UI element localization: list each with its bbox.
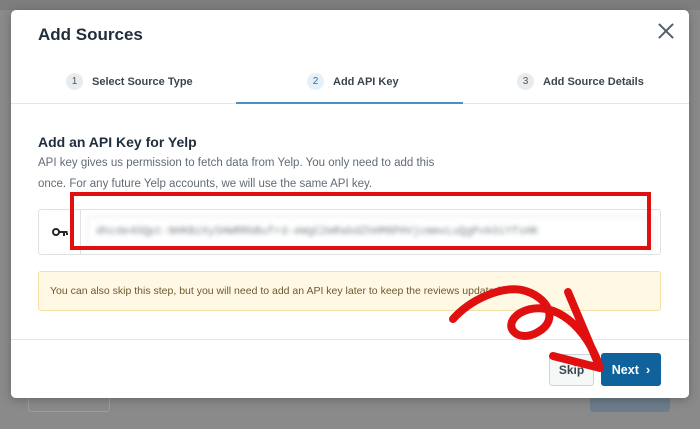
modal-footer: Skip Next › <box>11 339 689 398</box>
api-key-heading: Add an API Key for Yelp <box>38 134 197 150</box>
backdrop-top-bar <box>0 0 700 10</box>
skip-notice: You can also skip this step, but you wil… <box>38 271 661 311</box>
step-label: Select Source Type <box>92 75 193 88</box>
step-number: 2 <box>307 73 324 90</box>
step-label: Add API Key <box>333 75 399 88</box>
close-icon[interactable] <box>657 22 675 40</box>
step-label: Add Source Details <box>543 75 644 88</box>
chevron-right-icon: › <box>645 362 651 377</box>
active-step-underline <box>236 102 463 104</box>
step-add-source-details[interactable]: 3 Add Source Details <box>517 73 644 90</box>
api-key-highlight-annotation <box>70 192 651 250</box>
step-add-api-key[interactable]: 2 Add API Key <box>307 73 399 90</box>
step-number: 3 <box>517 73 534 90</box>
next-button-label: Next <box>611 362 639 377</box>
modal-title: Add Sources <box>38 25 143 44</box>
step-select-source-type[interactable]: 1 Select Source Type <box>66 73 193 90</box>
skip-button[interactable]: Skip <box>549 354 594 386</box>
step-number: 1 <box>66 73 83 90</box>
next-button[interactable]: Next › <box>601 353 661 386</box>
key-icon <box>51 228 68 236</box>
step-tabs: 1 Select Source Type 2 Add API Key 3 Add… <box>11 65 689 104</box>
api-key-description: API key gives us permission to fetch dat… <box>38 157 435 190</box>
